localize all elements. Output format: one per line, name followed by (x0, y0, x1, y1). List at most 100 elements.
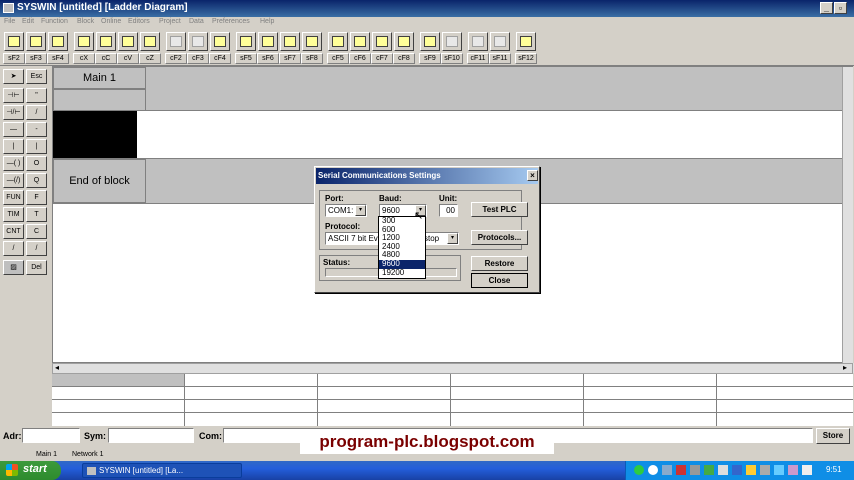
menu-online[interactable]: Online (101, 18, 121, 25)
tool-sf8[interactable] (302, 32, 322, 51)
unit-input[interactable]: 00 (439, 204, 458, 217)
tool-sf10[interactable] (442, 32, 462, 51)
tray-icon[interactable] (662, 465, 672, 475)
baud-option[interactable]: 19200 (379, 268, 425, 278)
tray-icon[interactable] (746, 465, 756, 475)
scroll-right-icon[interactable]: ▸ (843, 363, 847, 372)
tool-cf8[interactable] (394, 32, 414, 51)
menu-edit[interactable]: Edit (22, 18, 34, 25)
fkey-label: sF8 (301, 53, 323, 64)
minimize-button[interactable]: _ (820, 2, 833, 14)
symbol-grid[interactable] (52, 374, 853, 426)
key-pipe[interactable]: | (26, 139, 47, 154)
protocols-button[interactable]: Protocols... (471, 230, 528, 245)
key-dash[interactable]: - (26, 122, 47, 137)
key-slash[interactable]: / (26, 105, 47, 120)
function-button[interactable]: FUN (3, 190, 24, 205)
tool-cf5[interactable] (328, 32, 348, 51)
tool-sf9[interactable] (420, 32, 440, 51)
tray-icon[interactable] (690, 465, 700, 475)
menu-project[interactable]: Project (159, 18, 181, 25)
coil-button[interactable]: —( ) (3, 156, 24, 171)
horizontal-line-button[interactable]: — (3, 122, 24, 137)
undo-button[interactable] (140, 32, 160, 51)
key-o[interactable]: O (26, 156, 47, 171)
tool-sf5[interactable] (236, 32, 256, 51)
tool-cf11[interactable] (468, 32, 488, 51)
tool-cf7[interactable] (372, 32, 392, 51)
tool-cf2[interactable] (166, 32, 186, 51)
tray-icon[interactable] (676, 465, 686, 475)
tool-cf6[interactable] (350, 32, 370, 51)
tool-sf7[interactable] (280, 32, 300, 51)
cut-button[interactable] (74, 32, 94, 51)
tool-cf4[interactable] (210, 32, 230, 51)
monitor-icon (494, 36, 506, 47)
key-t[interactable]: T (26, 207, 47, 222)
menu-data[interactable]: Data (189, 18, 204, 25)
port-dropdown-icon[interactable]: ▾ (355, 205, 366, 216)
timer-button[interactable]: TIM (3, 207, 24, 222)
tray-icon[interactable] (648, 465, 658, 475)
tray-icon[interactable] (634, 465, 644, 475)
store-button[interactable]: Store (816, 428, 850, 444)
tool-cf3[interactable] (188, 32, 208, 51)
save-button[interactable] (26, 32, 46, 51)
network-comment-cell[interactable] (53, 89, 146, 111)
maximize-button[interactable]: ▫ (834, 2, 847, 14)
open-button[interactable] (4, 32, 24, 51)
app-icon[interactable] (3, 3, 14, 13)
coil-nc-button[interactable]: —(/) (3, 173, 24, 188)
tool-sf11[interactable] (490, 32, 510, 51)
key-q[interactable]: Q (26, 173, 47, 188)
menu-editors[interactable]: Editors (128, 18, 150, 25)
tray-icon[interactable] (774, 465, 784, 475)
esc-button[interactable]: Esc (26, 69, 47, 84)
menu-preferences[interactable]: Preferences (212, 18, 250, 25)
menu-block[interactable]: Block (77, 18, 94, 25)
counter-button[interactable]: CNT (3, 224, 24, 239)
horizontal-scrollbar-track[interactable]: ◂ ▸ (52, 363, 853, 374)
taskbar-task-syswin[interactable]: SYSWIN [untitled] [La... (82, 463, 242, 478)
scroll-left-icon[interactable]: ◂ (55, 363, 59, 372)
restore-button[interactable]: Restore (471, 256, 528, 271)
cursor-cell[interactable] (53, 111, 137, 158)
protocol-dropdown-icon[interactable]: ▾ (447, 233, 458, 244)
menu-help[interactable]: Help (260, 18, 274, 25)
menu-file[interactable]: File (4, 18, 15, 25)
vertical-scrollbar[interactable] (842, 67, 853, 363)
tray-icon[interactable] (788, 465, 798, 475)
key-f[interactable]: F (26, 190, 47, 205)
io-icon (376, 36, 388, 47)
copy-button[interactable] (96, 32, 116, 51)
tool-sf6[interactable] (258, 32, 278, 51)
vertical-line-button[interactable]: | (3, 139, 24, 154)
key-c[interactable]: C (26, 224, 47, 239)
pointer-button[interactable]: ➤ (3, 69, 24, 84)
volume-icon[interactable] (802, 465, 812, 475)
contact-no-button[interactable]: ⊣⊢ (3, 88, 24, 103)
menu-function[interactable]: Function (41, 18, 68, 25)
start-button[interactable]: start (0, 461, 61, 480)
paste-button[interactable] (118, 32, 138, 51)
tray-icon[interactable] (704, 465, 714, 475)
erase-button[interactable]: ▨ (3, 260, 24, 275)
protocol-value-tail: stop (424, 234, 440, 243)
key-slash-2[interactable]: / (26, 241, 47, 256)
tool-sf12[interactable] (516, 32, 536, 51)
print-button[interactable] (48, 32, 68, 51)
adr-field[interactable] (22, 428, 80, 443)
tray-icon[interactable] (732, 465, 742, 475)
close-button[interactable]: Close (471, 273, 528, 288)
sym-field[interactable] (108, 428, 194, 443)
dialog-close-icon[interactable]: × (527, 170, 538, 181)
contact-nc-button[interactable]: ⊣/⊢ (3, 105, 24, 120)
diagonal-line-button[interactable]: / (3, 241, 24, 256)
key-quote[interactable]: " (26, 88, 47, 103)
baud-dropdown-list[interactable]: 300 600 1200 2400 4800 9600 19200 (378, 216, 426, 279)
tray-icon[interactable] (760, 465, 770, 475)
print-icon (52, 36, 64, 47)
tray-icon[interactable] (718, 465, 728, 475)
test-plc-button[interactable]: Test PLC (471, 202, 528, 217)
delete-button[interactable]: Del (26, 260, 47, 275)
